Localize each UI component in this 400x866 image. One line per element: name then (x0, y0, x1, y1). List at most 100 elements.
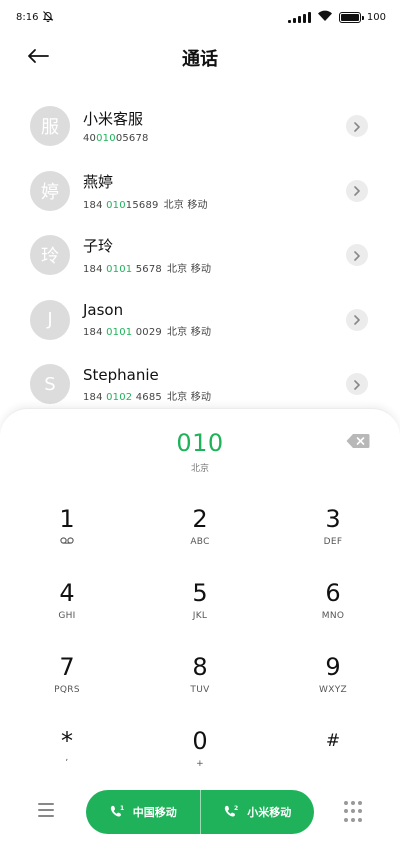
key-3[interactable]: 3 DEF (273, 505, 393, 565)
key-0[interactable]: 0 + (140, 727, 260, 787)
key-digit: 3 (325, 505, 341, 533)
contact-location: 北京 移动 (166, 391, 212, 403)
key-letters: JKL (192, 611, 208, 621)
key-7[interactable]: 7 PQRS (7, 653, 127, 713)
battery-icon (338, 11, 364, 23)
bottom-bar: 1 中国移动 2 小米移动 (0, 790, 400, 834)
sim2-call-icon: 2 (223, 804, 239, 821)
number-match: 010 (96, 133, 116, 145)
contact-detail-button[interactable] (346, 244, 368, 267)
menu-button[interactable] (38, 803, 56, 819)
avatar: J (30, 299, 70, 340)
contact-name: Stephanie (83, 365, 159, 384)
contact-detail-button[interactable] (346, 308, 368, 331)
contact-row[interactable]: 服 小米客服 4001005678 (0, 94, 400, 159)
contact-info: 燕婷 184 01015689 北京 移动 (83, 171, 208, 211)
key-letters: WXYZ (319, 685, 347, 695)
key-hash[interactable]: # (273, 727, 393, 787)
contact-name: 子玲 (83, 237, 114, 256)
contact-location: 北京 移动 (166, 264, 212, 276)
key-letters: GHI (58, 611, 76, 621)
key-digit: 4 (59, 579, 75, 607)
key-star[interactable]: * , (7, 727, 127, 787)
avatar: 婷 (30, 170, 70, 211)
battery-label: 100 (366, 11, 386, 23)
dialed-location: 北京 (190, 464, 209, 474)
key-digit: 6 (325, 579, 341, 607)
contact-row[interactable]: S Stephanie 184 0102 4685 北京 移动 (0, 352, 400, 417)
status-time: 8:16 (16, 11, 39, 23)
key-letters: DEF (323, 537, 343, 547)
header: 通话 (0, 40, 400, 76)
bell-off-icon (42, 10, 54, 25)
chevron-right-icon (353, 246, 361, 265)
chevron-right-icon (353, 181, 361, 200)
keypad-icon (344, 801, 348, 805)
call-sim2-label: 小米移动 (247, 806, 292, 819)
contact-name: 小米客服 (83, 110, 144, 129)
number-match: 010 (106, 199, 126, 211)
page-title: 通话 (182, 49, 218, 70)
key-8[interactable]: 8 TUV (140, 653, 260, 713)
key-letters: + (196, 759, 204, 769)
status-right: 100 (287, 10, 386, 25)
contact-name: Jason (83, 301, 124, 320)
contact-info: 小米客服 4001005678 (83, 108, 149, 144)
contact-detail-button[interactable] (346, 115, 368, 138)
key-digit: 5 (192, 579, 208, 607)
contact-info: Stephanie 184 0102 4685 北京 移动 (83, 366, 211, 403)
contact-number: 184 0101 0029 北京 移动 (83, 327, 212, 339)
menu-icon (38, 803, 56, 817)
number-match: 0102 (106, 391, 133, 403)
contact-detail-button[interactable] (346, 179, 368, 202)
call-sim2-button[interactable]: 2 小米移动 (201, 790, 315, 834)
contact-row[interactable]: J Jason 184 0101 0029 北京 移动 (0, 288, 400, 353)
key-9[interactable]: 9 WXYZ (273, 653, 393, 713)
key-digit: 9 (325, 653, 341, 681)
contact-list: 服 小米客服 4001005678 婷 燕婷 184 01015689 北京 移动… (0, 94, 400, 417)
key-letters: PQRS (54, 685, 80, 695)
svg-text:1: 1 (120, 805, 124, 812)
key-4[interactable]: 4 GHI (7, 579, 127, 639)
call-sim1-label: 中国移动 (132, 806, 177, 819)
svg-text:2: 2 (234, 805, 238, 812)
contact-detail-button[interactable] (346, 373, 368, 396)
status-bar: 8:16 100 (0, 0, 400, 34)
chevron-right-icon (353, 310, 361, 329)
key-2[interactable]: 2 ABC (140, 505, 260, 565)
key-digit: * (61, 727, 73, 755)
key-1[interactable]: 1 (7, 505, 127, 565)
key-5[interactable]: 5 JKL (140, 579, 260, 639)
contact-row[interactable]: 玲 子玲 184 0101 5678 北京 移动 (0, 223, 400, 288)
key-6[interactable]: 6 MNO (273, 579, 393, 639)
contact-name: 燕婷 (83, 172, 114, 191)
contact-info: 子玲 184 0101 5678 北京 移动 (83, 235, 211, 275)
avatar: S (30, 364, 70, 405)
avatar: 服 (30, 106, 70, 147)
key-digit: 8 (192, 653, 208, 681)
key-digit: 1 (59, 505, 75, 533)
contact-number: 184 0101 5678 北京 移动 (83, 264, 212, 276)
dialed-number[interactable]: 010 (0, 429, 400, 457)
contact-row[interactable]: 婷 燕婷 184 01015689 北京 移动 (0, 159, 400, 224)
contact-number: 184 01015689 北京 移动 (83, 199, 208, 211)
voicemail-icon (60, 537, 74, 547)
backspace-icon (346, 434, 370, 453)
arrow-left-icon (27, 48, 49, 68)
backspace-button[interactable] (346, 433, 370, 449)
contact-number: 4001005678 (83, 133, 149, 145)
key-digit: 2 (192, 505, 208, 533)
contact-number: 184 0102 4685 北京 移动 (83, 391, 212, 403)
key-letters: , (65, 753, 69, 763)
avatar: 玲 (30, 235, 70, 276)
key-letters: TUV (190, 685, 210, 695)
signal-icon (287, 11, 311, 23)
contact-info: Jason 184 0101 0029 北京 移动 (83, 301, 211, 338)
back-button[interactable] (22, 44, 54, 72)
call-sim1-button[interactable]: 1 中国移动 (86, 790, 200, 834)
keypad-toggle-button[interactable] (344, 801, 362, 823)
status-left: 8:16 (16, 10, 54, 25)
wifi-icon (317, 10, 333, 25)
contact-location: 北京 移动 (163, 199, 208, 211)
sim1-call-icon: 1 (109, 804, 125, 821)
